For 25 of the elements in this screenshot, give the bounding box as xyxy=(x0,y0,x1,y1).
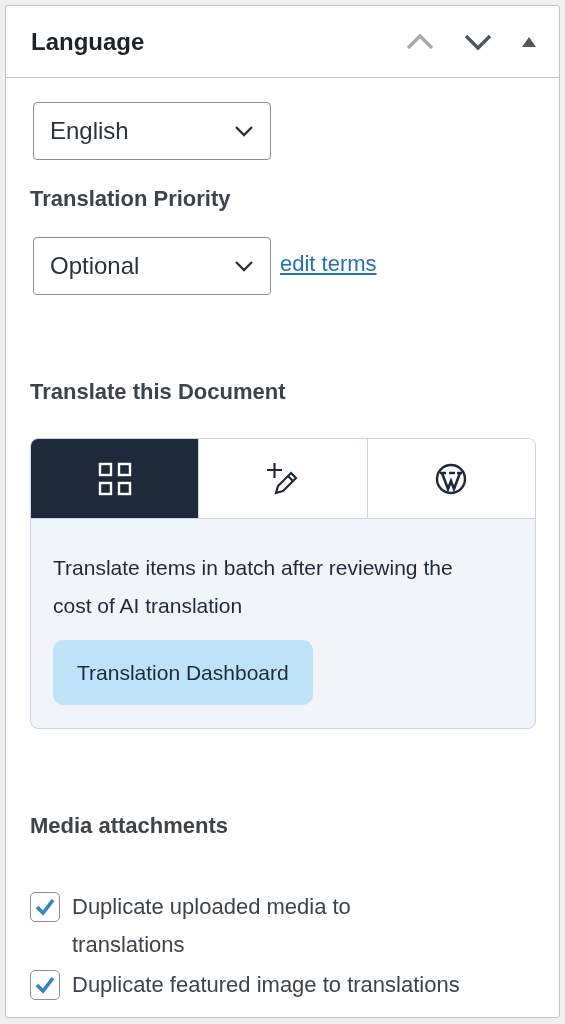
description-text: Translate items in batch after reviewing the cost of AI translation xyxy=(53,555,454,619)
triangle-up-icon xyxy=(521,35,537,48)
section-heading: Translate this Document xyxy=(30,378,287,406)
checkbox-label: Duplicate uploaded media to translations xyxy=(72,893,352,959)
chevron-down-icon xyxy=(234,125,254,137)
panel-title: Language xyxy=(31,26,146,57)
chevron-down-icon xyxy=(234,260,254,272)
checkmark-icon xyxy=(34,975,56,995)
pencil-plus-icon xyxy=(266,461,300,496)
priority-select[interactable]: Optional xyxy=(33,237,271,295)
checkmark-icon xyxy=(34,897,56,917)
language-select[interactable]: English xyxy=(33,102,271,160)
tab[interactable] xyxy=(31,439,199,518)
checkbox[interactable] xyxy=(30,970,60,1000)
tab[interactable] xyxy=(366,439,535,518)
field-label: Translation Priority xyxy=(30,185,232,213)
chevron-down-icon xyxy=(463,32,493,51)
section-heading: Media attachments xyxy=(30,812,230,840)
chevron-up-icon xyxy=(405,32,435,51)
checkbox[interactable] xyxy=(30,892,60,922)
checkbox-label: Duplicate featured image to translations xyxy=(72,971,461,999)
edit-terms-link[interactable]: edit terms xyxy=(280,246,377,280)
dashboard-button[interactable]: Translation Dashboard xyxy=(53,640,313,705)
grid-icon xyxy=(97,461,132,496)
wordpress-icon xyxy=(435,462,468,495)
